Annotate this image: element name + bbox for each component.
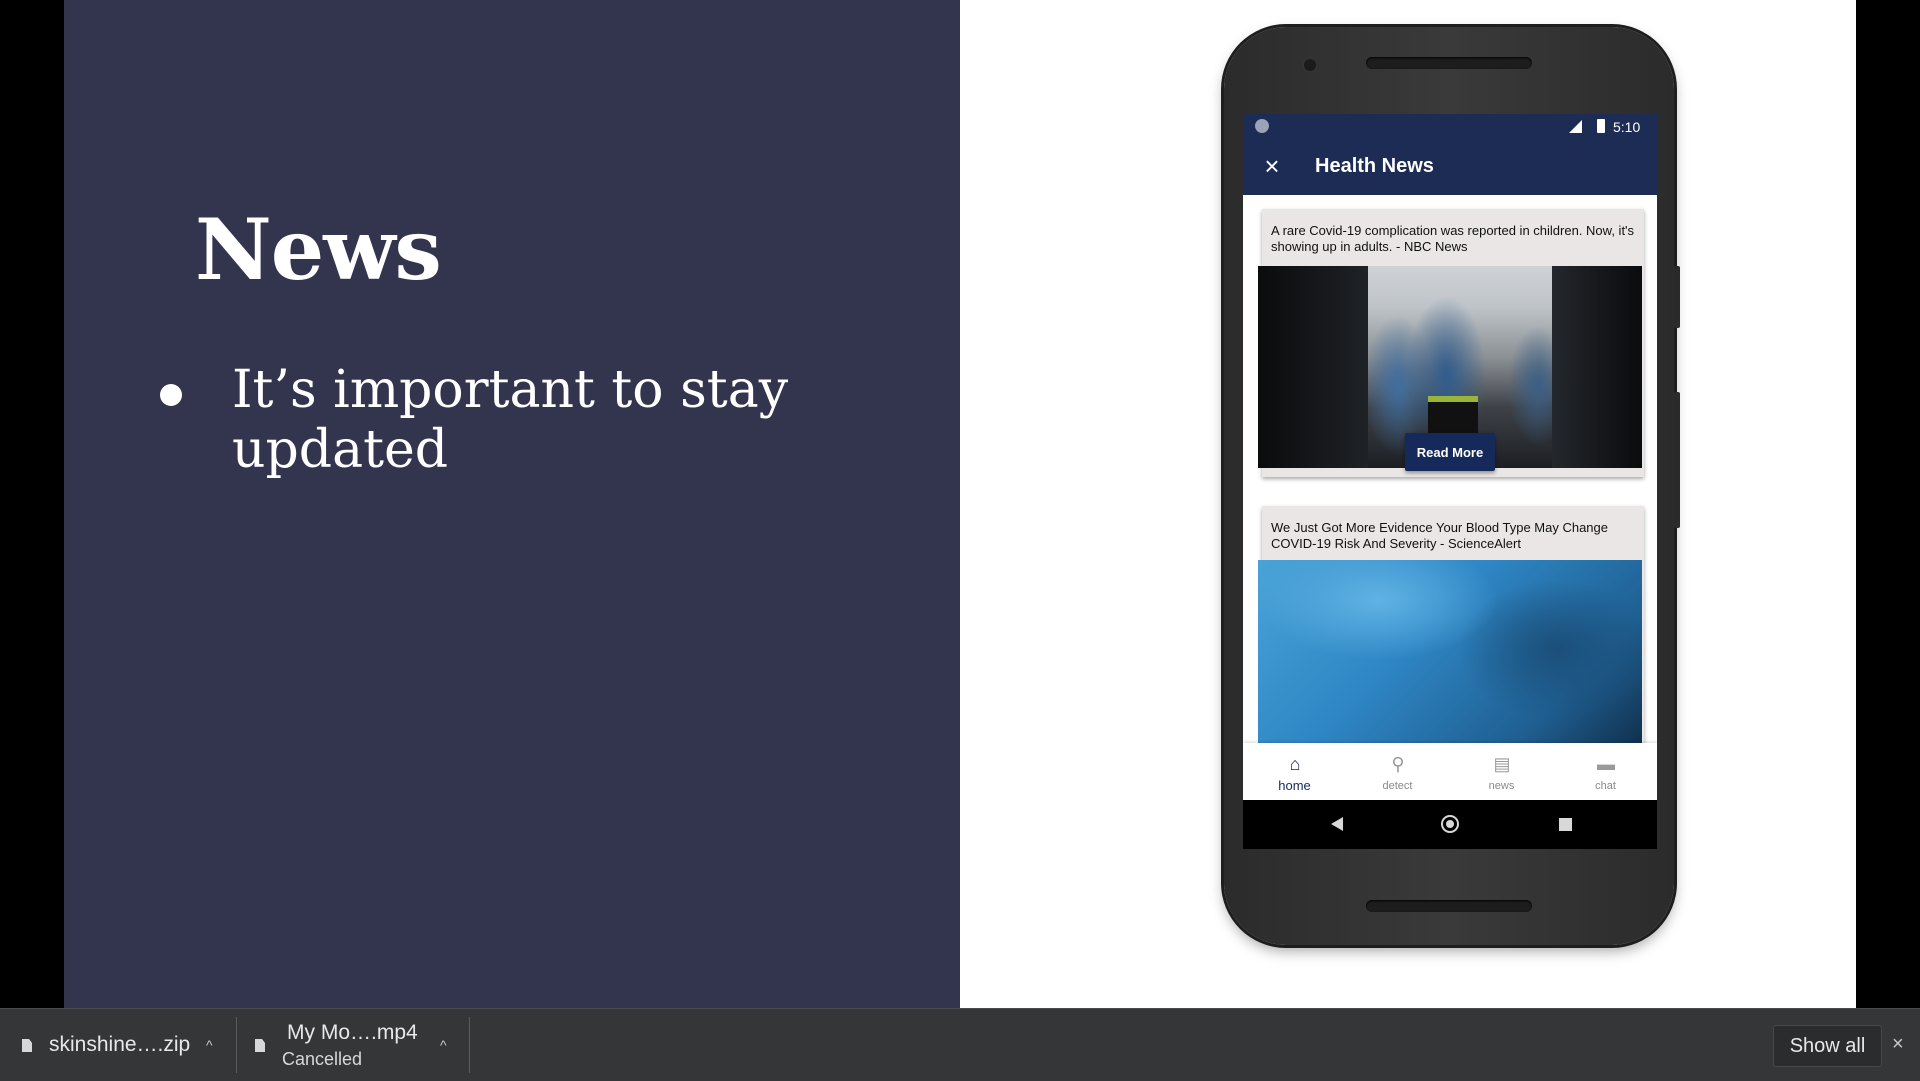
phone-volume-button [1674, 392, 1680, 528]
front-camera [1304, 59, 1316, 71]
bullet-dot [160, 384, 182, 406]
system-navigation-bar [1243, 800, 1657, 849]
download-file-name: skinshine….zip [49, 1033, 191, 1056]
nav-item-chat[interactable]: ▬ chat [1554, 743, 1657, 800]
news-feed[interactable]: A rare Covid-19 complication was reporte… [1243, 195, 1657, 743]
battery-icon [1597, 119, 1605, 133]
search-icon: ⚲ [1391, 754, 1405, 774]
signal-icon [1569, 120, 1582, 133]
app-bar: × Health News [1243, 139, 1657, 195]
recent-apps-icon[interactable] [1559, 818, 1572, 831]
phone-power-button [1674, 266, 1680, 328]
bottom-navigation: ⌂ home ⚲ detect ▤ news ▬ chat [1243, 743, 1657, 800]
nav-item-detect[interactable]: ⚲ detect [1346, 743, 1449, 800]
chevron-up-icon[interactable]: ^ [440, 1037, 447, 1053]
home-circle-icon[interactable] [1441, 815, 1459, 833]
close-icon[interactable]: × [1257, 151, 1287, 181]
bottom-speaker [1366, 900, 1532, 912]
file-icon [255, 1039, 265, 1052]
news-card-title: We Just Got More Evidence Your Blood Typ… [1271, 520, 1608, 551]
news-card: We Just Got More Evidence Your Blood Typ… [1258, 506, 1644, 743]
download-status: Cancelled [282, 1049, 363, 1069]
read-more-button[interactable]: Read More [1405, 433, 1495, 471]
show-all-button[interactable]: Show all [1773, 1025, 1882, 1067]
nav-label: home [1278, 778, 1311, 793]
slide-left-panel [64, 0, 960, 1008]
download-item[interactable]: skinshine….zip ^ [0, 1009, 236, 1081]
news-card-title: A rare Covid-19 complication was reporte… [1271, 223, 1635, 254]
divider [469, 1017, 470, 1073]
bullet-text: It’s important to stay updated [232, 360, 789, 480]
nav-label: news [1488, 780, 1515, 792]
close-icon[interactable]: × [1892, 1033, 1904, 1056]
download-bar: skinshine….zip ^ My Mo….mp4 Cancelled ^ … [0, 1008, 1920, 1081]
news-card: A rare Covid-19 complication was reporte… [1258, 209, 1644, 477]
nav-label: detect [1382, 780, 1413, 792]
nav-item-news[interactable]: ▤ news [1450, 743, 1553, 800]
download-item[interactable]: My Mo….mp4 Cancelled ^ [237, 1009, 469, 1081]
nav-label: chat [1595, 780, 1616, 792]
notification-icon [1255, 119, 1269, 133]
news-card-image [1258, 560, 1642, 743]
home-icon: ⌂ [1289, 754, 1301, 774]
chat-icon: ▬ [1597, 754, 1615, 774]
status-time: 5:10 [1613, 119, 1641, 135]
download-file-name: My Mo….mp4 [287, 1021, 418, 1044]
top-speaker [1366, 57, 1532, 69]
news-icon: ▤ [1493, 754, 1511, 774]
slide-title: News [195, 200, 442, 299]
status-bar: 5:10 [1243, 114, 1657, 139]
back-icon[interactable] [1331, 817, 1343, 831]
file-icon [22, 1039, 32, 1052]
nav-item-home[interactable]: ⌂ home [1243, 743, 1346, 800]
phone-screen: 5:10 × Health News A rare Covid-19 compl… [1243, 114, 1657, 849]
app-title: Health News [1315, 155, 1434, 177]
chevron-up-icon[interactable]: ^ [206, 1037, 213, 1053]
